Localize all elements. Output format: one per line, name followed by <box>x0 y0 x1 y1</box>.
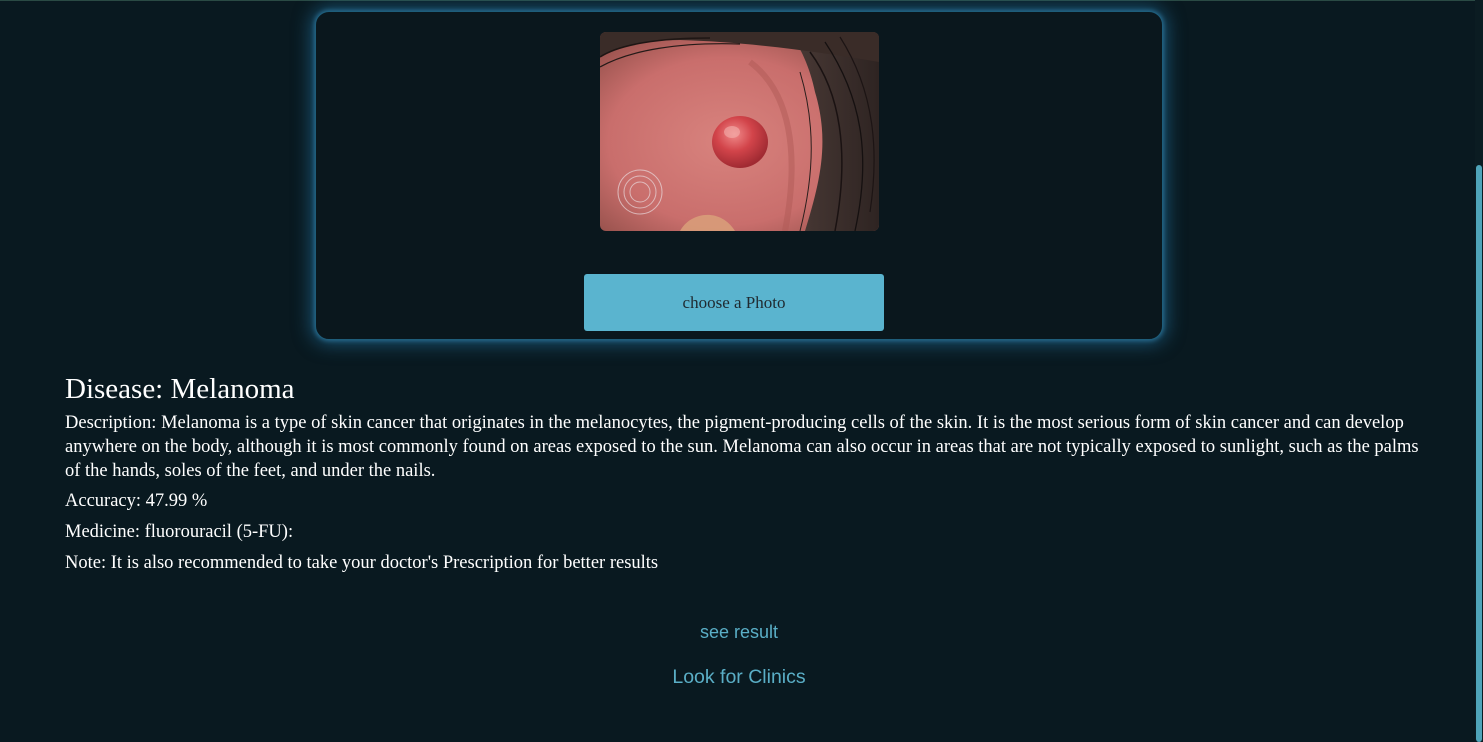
accuracy-text: Accuracy: 47.99 % <box>65 491 208 511</box>
disease-description: Description: Melanoma is a type of skin … <box>65 413 1419 481</box>
disease-title: Disease: Melanoma <box>65 373 295 405</box>
top-border <box>0 0 1483 1</box>
choose-photo-button[interactable]: choose a Photo <box>584 274 884 331</box>
skin-lesion-image <box>600 32 879 231</box>
medicine-text: Medicine: fluorouracil (5-FU): <box>65 522 294 542</box>
see-result-link[interactable]: see result <box>0 622 1478 643</box>
result-section: Disease: Melanoma Description: Melanoma … <box>65 370 1425 579</box>
photo-preview <box>600 32 879 231</box>
note-text: Note: It is also recommended to take you… <box>65 553 659 573</box>
scrollbar-thumb[interactable] <box>1476 165 1482 742</box>
upload-card: choose a Photo <box>315 11 1163 340</box>
look-for-clinics-link[interactable]: Look for Clinics <box>0 666 1478 689</box>
